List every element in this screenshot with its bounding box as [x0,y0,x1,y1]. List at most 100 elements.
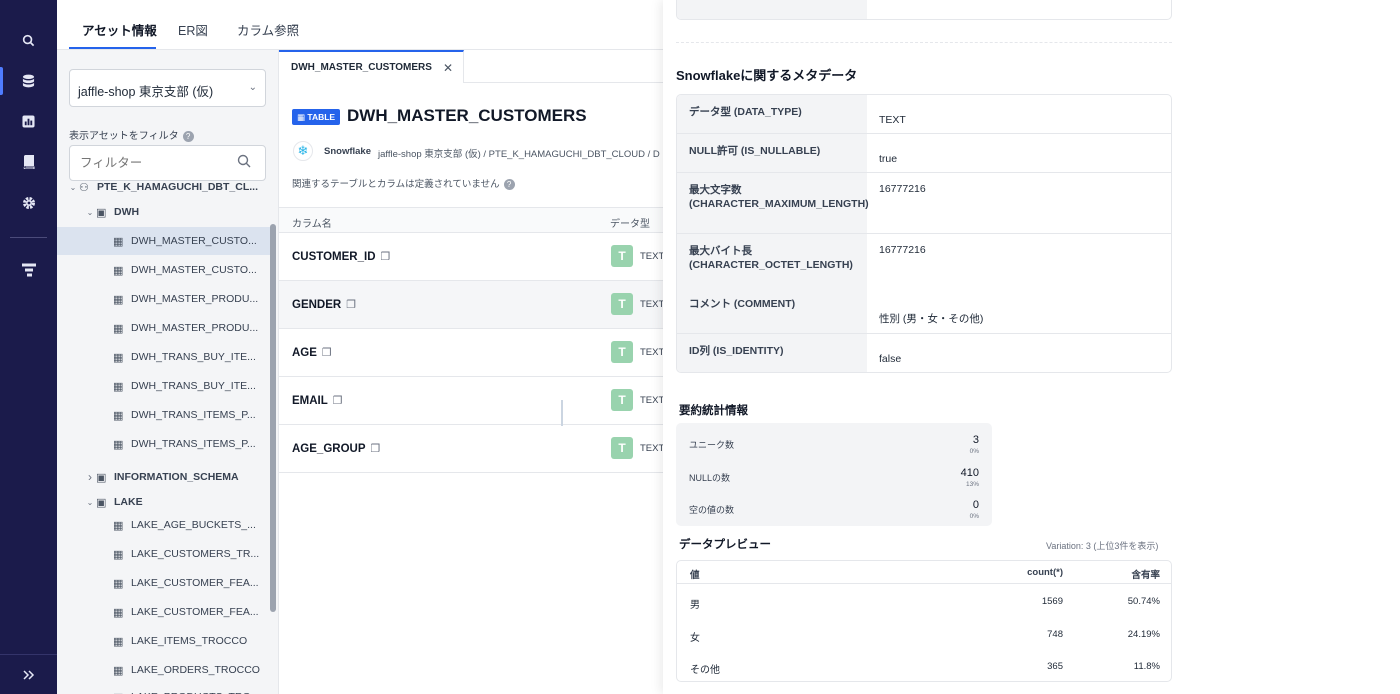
search-icon[interactable] [0,20,57,60]
stat-label: NULLの数 [689,472,731,483]
preview-value: 女 [690,632,700,644]
table-icon: ▦ [113,606,124,619]
copy-icon[interactable]: ❐ [381,250,391,263]
data-type: TEXT [640,299,665,310]
data-type: TEXT [640,443,665,454]
copy-icon[interactable]: ❐ [333,394,343,407]
schema-icon: ▣ [96,206,107,219]
metadata-value: 16777216 [879,244,926,256]
type-badge: T [611,341,633,363]
tree-item[interactable]: ▦ DWH_TRANS_ITEMS_P... [57,430,272,458]
tree-item[interactable]: ▦LAKE_PRODUCTS_TRO... [57,683,272,694]
table-icon: ▦ [113,293,124,306]
stat-label: 空の値の数 [689,505,735,515]
metadata-row: 最大文字数 (CHARACTER_MAXIMUM_LENGTH) 16777216 [677,173,1171,234]
tab-dwh-master-customers[interactable]: DWH_MASTER_CUSTOMERS ✕ [279,50,464,83]
expand-rail-icon[interactable] [0,654,57,694]
column-name-text: CUSTOMER_ID [292,251,376,263]
database-icon[interactable] [0,61,57,101]
stat-percent: 13% [965,480,979,488]
tree-item[interactable]: ▦ DWH_TRANS_BUY_ITE... [57,372,272,400]
metadata-key: データ型 (DATA_TYPE) [677,95,867,133]
project-selector-value: jaffle-shop 東京支部 (仮) [78,85,214,99]
preview-value: その他 [690,665,720,676]
asset-sidebar: jaffle-shop 東京支部 (仮) ⌄ 表示アセットをフィルタ? ⌄⚇PT… [57,50,279,694]
resize-handle[interactable] [561,400,563,426]
tree-item[interactable]: ▦ LAKE_CUSTOMER_FEA... [57,569,272,597]
copy-icon[interactable]: ❐ [346,298,356,311]
asset-tree: ⌄ ⚇ PTE_K_HAMAGUCHI_DBT_CL... ⌄ ▣ DWH ▦ DWH_MAS… [57,178,272,694]
tree-item[interactable]: › ▣ INFORMATION_SCHEMA [57,463,272,491]
column-name: EMAIL ❐ [292,394,343,407]
table-icon: ▦ [113,235,124,248]
copy-icon[interactable]: ❐ [322,346,332,359]
filter-label: 表示アセットをフィルタ? [69,127,194,142]
gear-icon[interactable] [0,183,57,223]
preview-count: 365 [1047,661,1063,672]
tree-item[interactable]: ▦ LAKE_ORDERS_TROCCO [57,656,272,684]
tree-item-label: LAKE_CUSTOMER_FEA... [131,577,259,589]
help-icon[interactable]: ? [503,178,515,190]
tree-item[interactable]: ⌄ ▣ DWH [57,198,272,226]
column-row[interactable]: AGE_GROUP ❐ T TEXT [279,425,665,473]
column-row[interactable]: CUSTOMER_ID ❐ T TEXT [279,233,665,281]
value-header: 値 [690,570,700,581]
tree-item[interactable]: ▦ LAKE_CUSTOMER_FEA... [57,598,272,626]
breadcrumb[interactable]: jaffle-shop 東京支部 (仮) / PTE_K_HAMAGUCHI_D… [378,146,660,160]
active-tab-indicator [69,47,156,49]
close-icon[interactable]: ✕ [443,61,453,75]
metadata-row: 最大バイト長 (CHARACTER_OCTET_LENGTH) 16777216 [677,234,1171,294]
type-badge: T [611,389,633,411]
preview-row: その他 365 11.8% [677,650,1171,681]
tree-item[interactable]: ▦ LAKE_AGE_BUCKETS_... [57,511,272,539]
table-type-badge: ▦ TABLE [292,109,341,125]
data-type: TEXT [640,251,665,262]
table-icon: ▦ [113,519,124,532]
table-icon: ▦ [113,438,124,451]
asset-tabs: アセット情報 ER図 カラム参照 [57,0,663,50]
tab-asset-info[interactable]: アセット情報 [82,20,157,39]
metadata-value: 16777216 [879,183,926,195]
chevron-down-icon: ⌄ [248,82,257,93]
column-row[interactable]: AGE ❐ T TEXT [279,329,664,377]
sidebar-scrollbar[interactable] [270,224,276,612]
table-icon: ▦ [113,409,124,422]
table-badge-label: TABLE [307,112,336,122]
column-row[interactable]: GENDER ❐ T TEXT [279,281,665,329]
chevron-down-icon[interactable]: ⌄ [84,498,96,507]
tree-item[interactable]: ▦ DWH_MASTER_CUSTO... [57,256,272,284]
column-name-text: GENDER [292,299,342,311]
tree-item[interactable]: ▦ DWH_MASTER_PRODU... [57,285,272,313]
copy-icon[interactable]: ❐ [371,442,381,455]
tree-item[interactable]: ▦ DWH_MASTER_PRODU... [57,314,272,342]
project-selector[interactable]: jaffle-shop 東京支部 (仮) ⌄ [69,69,266,107]
chart-icon[interactable] [0,101,57,141]
tree-item[interactable]: ▦ LAKE_CUSTOMERS_TR... [57,540,272,568]
metadata-value: TEXT [879,114,906,126]
tab-er-diagram[interactable]: ER図 [178,20,208,39]
column-table-header: カラム名 データ型 [279,207,663,233]
table-icon: ▦ [113,264,124,277]
chevron-down-icon[interactable]: ⌄ [67,183,79,192]
tree-item[interactable]: ▦ DWH_TRANS_ITEMS_P... [57,401,272,429]
type-badge: T [611,245,633,267]
lineage-icon[interactable] [0,250,57,290]
help-icon[interactable]: ? [182,130,194,142]
metadata-row: データ型 (DATA_TYPE) TEXT [677,95,1171,134]
tree-item-label: DWH_TRANS_ITEMS_P... [131,438,256,450]
tree-item[interactable]: ▦ LAKE_ITEMS_TROCCO [57,627,272,655]
stat-value: 3 [972,434,979,446]
rail-divider [10,237,47,238]
preview-value: 男 [690,600,700,611]
book-icon[interactable] [0,142,57,182]
stat-row: ユニーク数 3 0% [676,426,992,458]
column-row[interactable]: EMAIL ❐ T TEXT [279,377,664,425]
tree-item[interactable]: ▦ DWH_MASTER_CUSTO... [57,227,272,255]
tree-item-label: LAKE_CUSTOMERS_TR... [131,548,260,560]
tab-column-reference[interactable]: カラム参照 [237,20,299,39]
chevron-down-icon[interactable]: ⌄ [84,208,96,217]
tree-item[interactable]: ▦ DWH_TRANS_BUY_ITE... [57,343,272,371]
tree-item-label: DWH_TRANS_BUY_ITE... [131,351,256,363]
column-name-text: AGE [292,347,317,359]
chevron-right-icon[interactable]: › [84,470,96,484]
